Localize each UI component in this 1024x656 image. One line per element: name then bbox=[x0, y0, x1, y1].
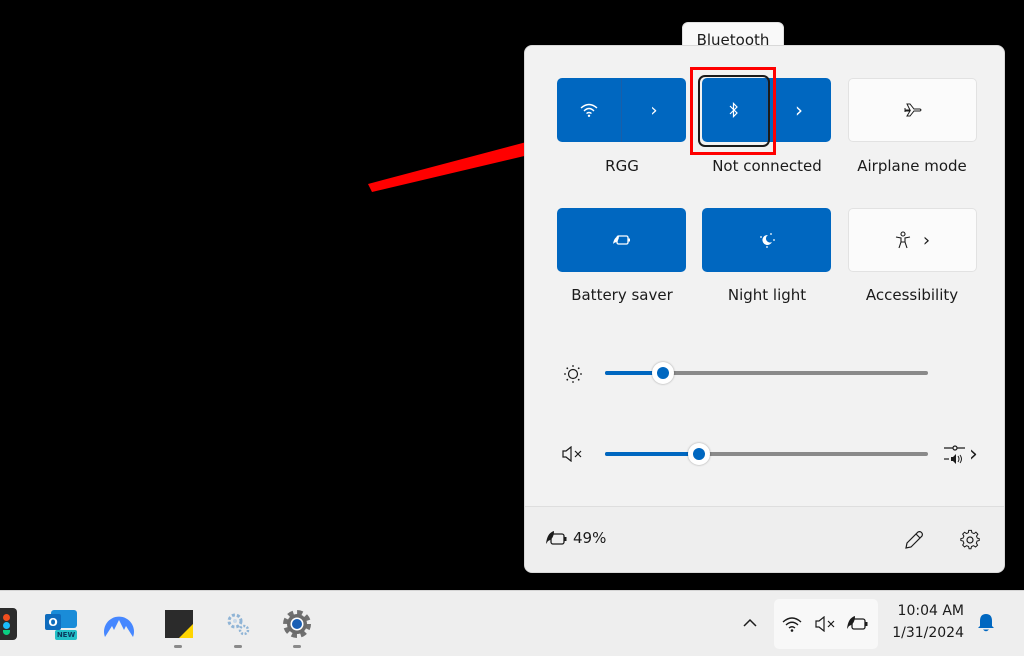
chevron-up-icon bbox=[743, 618, 757, 627]
chevron-right-icon: › bbox=[650, 99, 658, 121]
running-indicator bbox=[174, 645, 182, 648]
quick-settings-tray-button[interactable] bbox=[774, 599, 878, 649]
accessibility-tile[interactable]: › bbox=[848, 208, 977, 272]
volume-muted-icon bbox=[815, 616, 835, 632]
taskbar-app-sticky-notes[interactable] bbox=[162, 607, 196, 641]
wifi-label: RGG bbox=[605, 157, 639, 175]
annotation-highlight-box bbox=[690, 67, 776, 155]
volume-slider-fill bbox=[605, 452, 699, 456]
battery-saver-charging-icon bbox=[546, 531, 567, 545]
audio-mixer-icon bbox=[944, 445, 965, 464]
taskbar-app-settings[interactable] bbox=[280, 607, 314, 641]
pencil-icon bbox=[905, 531, 923, 549]
chevron-right-icon: › bbox=[922, 229, 931, 251]
wifi-expand-button[interactable]: › bbox=[622, 78, 686, 142]
panel-footer: 49% bbox=[525, 506, 1004, 572]
taskbar-app-nordvpn[interactable] bbox=[102, 607, 136, 641]
brightness-slider-thumb[interactable] bbox=[652, 362, 675, 384]
airplane-mode-tile[interactable] bbox=[848, 78, 977, 142]
clock-button[interactable]: 10:04 AM 1/31/2024 bbox=[884, 601, 968, 647]
wifi-tile: › bbox=[557, 78, 686, 142]
battery-saver-charging-icon bbox=[847, 616, 868, 630]
battery-saver-tile[interactable] bbox=[557, 208, 686, 272]
figma-icon bbox=[0, 608, 17, 640]
taskbar-app-outlook-new[interactable]: O NEW bbox=[44, 607, 78, 641]
battery-percent: 49% bbox=[573, 529, 607, 547]
nordvpn-icon bbox=[104, 616, 134, 637]
show-hidden-icons-button[interactable] bbox=[738, 611, 762, 635]
notifications-button[interactable] bbox=[974, 611, 998, 635]
wifi-icon bbox=[580, 103, 598, 117]
sticky-notes-icon bbox=[165, 610, 193, 638]
clock-time: 10:04 AM bbox=[897, 603, 964, 619]
night-light-tile[interactable] bbox=[702, 208, 831, 272]
audio-mixer-button[interactable]: › bbox=[943, 441, 981, 467]
settings-button[interactable] bbox=[959, 529, 983, 553]
wifi-toggle-button[interactable] bbox=[557, 78, 621, 142]
airplane-icon bbox=[904, 103, 921, 117]
bluetooth-expand-button[interactable]: › bbox=[767, 78, 831, 142]
new-badge: NEW bbox=[55, 630, 77, 640]
wifi-icon bbox=[782, 617, 802, 632]
taskbar-app-figma[interactable] bbox=[0, 607, 18, 641]
battery-status-button[interactable]: 49% bbox=[545, 529, 606, 547]
night-light-icon bbox=[759, 233, 775, 248]
battery-saver-label: Battery saver bbox=[571, 286, 673, 304]
taskbar: O NEW 10:04 AM 1/31/2024 bbox=[0, 590, 1024, 656]
taskbar-app-gears[interactable] bbox=[221, 607, 255, 641]
running-indicator bbox=[293, 645, 301, 648]
airplane-mode-label: Airplane mode bbox=[857, 157, 967, 175]
settings-icon bbox=[283, 610, 311, 638]
volume-slider[interactable] bbox=[605, 443, 928, 465]
gears-icon bbox=[227, 613, 250, 636]
night-light-label: Night light bbox=[727, 286, 807, 304]
edit-quick-settings-button[interactable] bbox=[903, 529, 927, 553]
volume-slider-thumb[interactable] bbox=[687, 443, 710, 465]
accessibility-label: Accessibility bbox=[865, 286, 959, 304]
chevron-right-icon: › bbox=[969, 441, 978, 467]
bell-icon bbox=[978, 614, 994, 632]
accessibility-icon bbox=[895, 231, 910, 249]
brightness-slider[interactable] bbox=[605, 362, 928, 384]
bluetooth-label: Not connected bbox=[712, 157, 822, 175]
gear-icon bbox=[960, 529, 980, 550]
clock-date: 1/31/2024 bbox=[892, 625, 964, 641]
brightness-icon bbox=[564, 365, 582, 383]
chevron-right-icon: › bbox=[795, 98, 803, 122]
running-indicator bbox=[234, 645, 242, 648]
battery-saver-icon bbox=[612, 235, 630, 245]
outlook-new-icon: O NEW bbox=[45, 608, 77, 640]
volume-muted-icon bbox=[562, 446, 582, 462]
